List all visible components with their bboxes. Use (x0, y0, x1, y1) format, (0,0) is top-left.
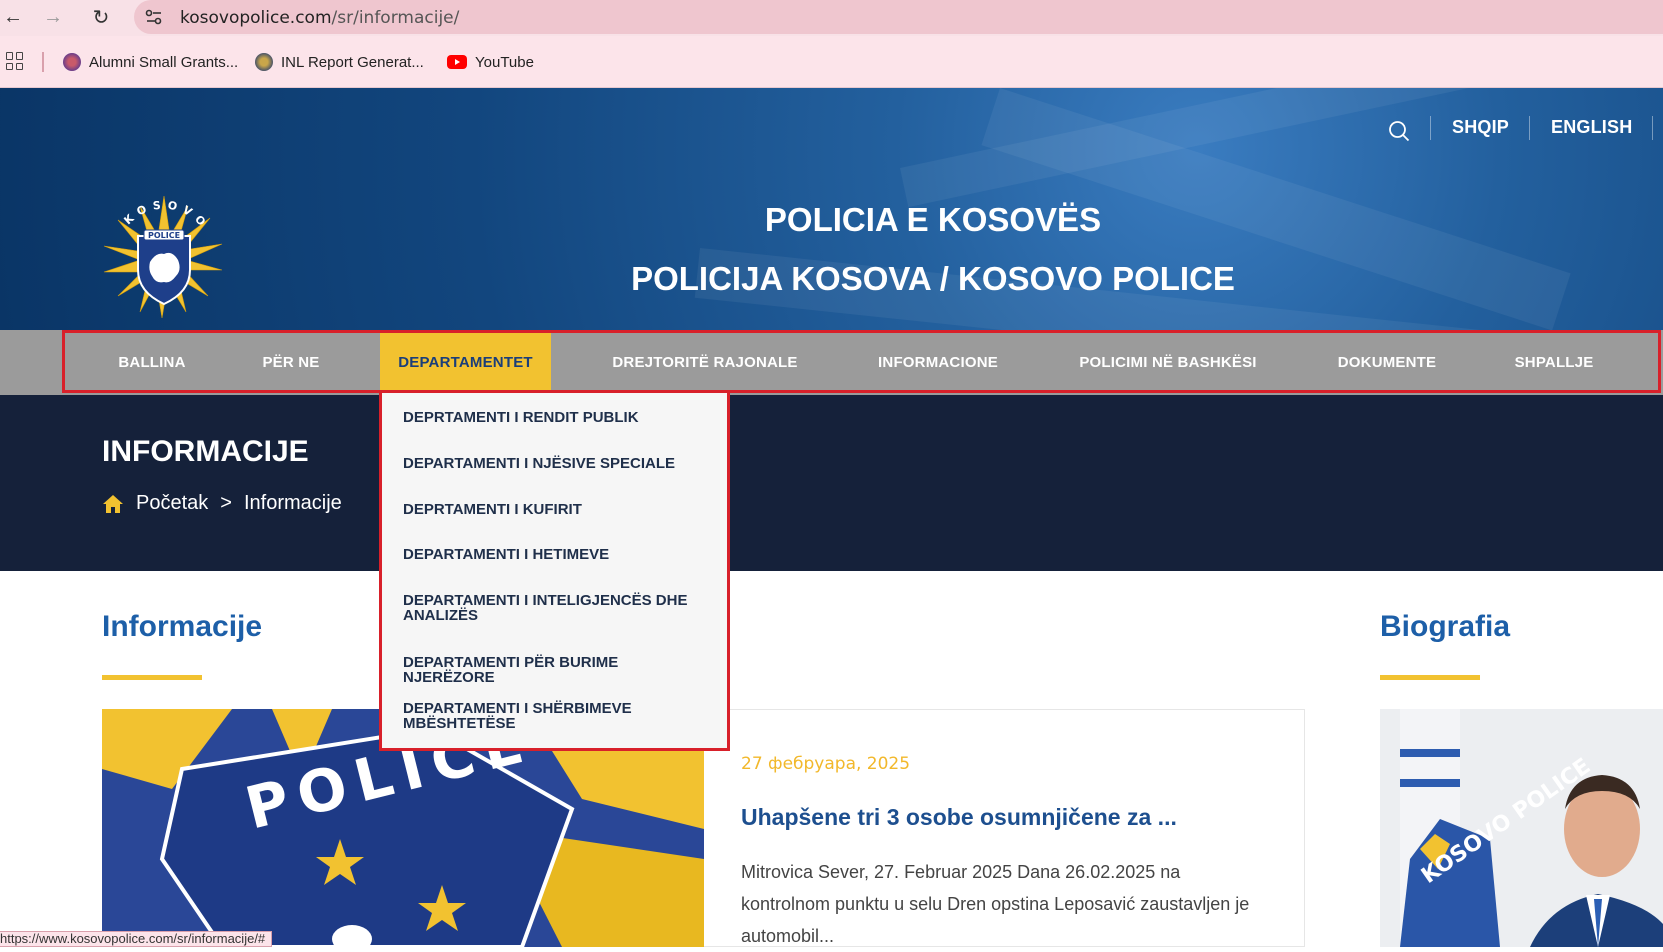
news-title-link[interactable]: Uhapšene tri 3 osobe osumnjičene za ... (741, 804, 1177, 831)
alumni-favicon-icon (63, 53, 81, 71)
breadcrumb-home-link[interactable]: Početak (136, 492, 208, 515)
news-card: 27 фебруара, 2025 Uhapšene tri 3 osobe o… (704, 709, 1305, 947)
nav-item-informacione[interactable]: INFORMACIONE (862, 330, 1014, 395)
bio-image[interactable]: KOSOVO POLICE (1380, 709, 1663, 947)
url-path: /sr/informacije/ (331, 8, 460, 28)
lang-divider (1430, 116, 1431, 140)
departamentet-dropdown: DEPRTAMENTI I RENDIT PUBLIK DEPARTAMENTI… (379, 393, 730, 751)
site-info-icon[interactable] (144, 7, 164, 27)
url-text[interactable]: kosovopolice.com/sr/informacije/ (180, 8, 459, 28)
reload-icon[interactable]: ↻ (88, 4, 114, 30)
main-nav: BALLINA PËR NE DEPARTAMENTET DREJTORITË … (0, 330, 1663, 395)
nav-item-drejtorite-rajonale[interactable]: DREJTORITË RAJONALE (600, 330, 810, 395)
nav-item-departamentet[interactable]: DEPARTAMENTET (380, 330, 551, 395)
breadcrumb-current: Informacije (243, 492, 342, 514)
site-title-line2: POLICIJA KOSOVA / KOSOVO POLICE (631, 260, 1235, 297)
bookmark-youtube[interactable]: YouTube (447, 51, 534, 73)
dropdown-item-kufirit[interactable]: DEPRTAMENTI I KUFIRIT (403, 502, 713, 517)
news-date: 27 фебруара, 2025 (741, 754, 911, 774)
dropdown-item-njesive-speciale[interactable]: DEPARTAMENTI I NJËSIVE SPECIALE (403, 456, 713, 471)
bookmarks-divider (42, 52, 44, 72)
apps-grid-icon[interactable] (6, 52, 24, 70)
state-seal-favicon-icon (255, 53, 273, 71)
browser-toolbar: ← → ↻ kosovopolice.com/sr/informacije/ (0, 0, 1663, 36)
bookmark-label: Alumni Small Grants... (89, 53, 239, 71)
bookmark-label: YouTube (475, 53, 534, 71)
nav-item-ballina[interactable]: BALLINA (100, 330, 204, 395)
search-icon[interactable] (1388, 120, 1410, 142)
dropdown-item-sherbimeve[interactable]: DEPARTAMENTI I SHËRBIMEVE MBËSHTETËSE (403, 701, 713, 731)
section-underline (1380, 675, 1480, 680)
site-header: SHQIP ENGLISH POLICE KOSOVO POLICIA E KO… (0, 88, 1663, 330)
nav-item-shpallje[interactable]: SHPALLJE (1506, 330, 1602, 395)
youtube-icon (447, 55, 467, 69)
url-domain: kosovopolice.com (180, 8, 332, 28)
lang-divider (1529, 116, 1530, 140)
dropdown-item-rendit-publik[interactable]: DEPRTAMENTI I RENDIT PUBLIK (403, 410, 713, 425)
section-title-informacije: Informacije (102, 610, 263, 643)
bookmark-alumni[interactable]: Alumni Small Grants... (63, 51, 238, 73)
forward-arrow-icon[interactable]: → (40, 4, 66, 30)
breadcrumb-separator: > (220, 492, 232, 514)
lang-english-link[interactable]: ENGLISH (1551, 117, 1632, 138)
section-underline (102, 675, 202, 680)
lang-shqip-link[interactable]: SHQIP (1452, 117, 1509, 138)
nav-item-dokumente[interactable]: DOKUMENTE (1326, 330, 1448, 395)
bookmark-label: INL Report Generat... (281, 53, 424, 71)
bookmarks-bar: Alumni Small Grants... INL Report Genera… (0, 36, 1663, 88)
home-icon[interactable] (102, 494, 124, 514)
dropdown-item-burime-njerezore[interactable]: DEPARTAMENTI PËR BURIME NJERËZORE (403, 655, 713, 685)
page-banner: INFORMACIJE Početak > Informacije (0, 395, 1663, 571)
lang-divider (1652, 116, 1653, 140)
dropdown-item-inteligjences[interactable]: DEPARTAMENTI I INTELIGJENCËS DHE ANALIZË… (403, 593, 713, 623)
breadcrumb: Početak > Informacije (102, 492, 342, 515)
status-bar-url: https://www.kosovopolice.com/sr/informac… (0, 931, 273, 947)
dropdown-item-hetimeve[interactable]: DEPARTAMENTI I HETIMEVE (403, 547, 713, 562)
nav-item-policimi[interactable]: POLICIMI NË BASHKËSI (1068, 330, 1268, 395)
news-excerpt: Mitrovica Sever, 27. Februar 2025 Dana 2… (741, 862, 1250, 946)
site-title-line1: POLICIA E KOSOVËS (764, 201, 1102, 238)
section-title-biografia: Biografia (1380, 610, 1511, 643)
director-portrait: KOSOVO POLICE (1380, 709, 1663, 947)
nav-item-per-ne[interactable]: PËR NE (242, 330, 340, 395)
back-arrow-icon[interactable]: ← (0, 4, 26, 30)
bookmark-inl[interactable]: INL Report Generat... (255, 51, 424, 73)
page-title: INFORMACIJE (102, 435, 309, 468)
address-bar[interactable]: kosovopolice.com/sr/informacije/ (134, 0, 1663, 34)
